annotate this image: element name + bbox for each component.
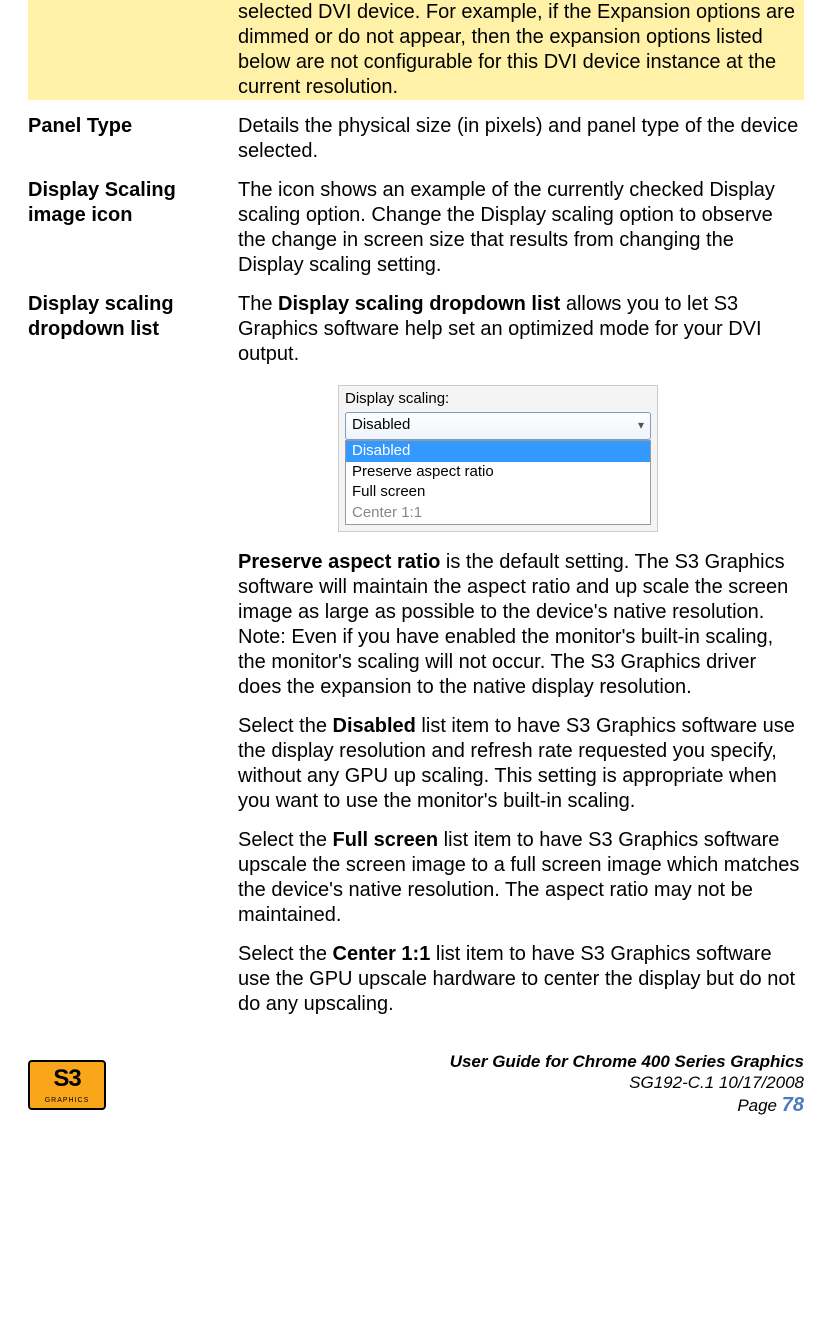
dropdown-item-center[interactable]: Center 1:1 [346, 503, 650, 524]
dropdown-label: Display scaling: [345, 390, 651, 409]
note-row: selected DVI device. For example, if the… [28, 0, 804, 100]
disabled-para: Select the Disabled list item to have S3… [238, 714, 804, 814]
dropdown-box[interactable]: Disabled ▾ [345, 412, 651, 440]
dropdown-selected: Disabled [352, 416, 410, 435]
term-scaling-list: Display scaling dropdown list [28, 293, 174, 340]
note-text: selected DVI device. For example, if the… [238, 0, 804, 100]
term-scaling-icon: Display Scaling image icon [28, 179, 176, 226]
row-panel-type: Panel Type Details the physical size (in… [28, 114, 804, 164]
scaling-intro: The Display scaling dropdown list allows… [238, 292, 804, 367]
footer-page: Page 78 [450, 1093, 804, 1118]
s3-logo: S3 GRAPHICS [28, 1060, 106, 1110]
dropdown-item-fullscreen[interactable]: Full screen [346, 482, 650, 503]
chevron-down-icon: ▾ [638, 418, 644, 433]
desc-panel-type: Details the physical size (in pixels) an… [238, 114, 804, 164]
preserve-note: Note: Even if you have enabled the monit… [238, 625, 804, 700]
fullscreen-para: Select the Full screen list item to have… [238, 828, 804, 928]
dropdown-item-disabled[interactable]: Disabled [346, 441, 650, 462]
footer-title: User Guide for Chrome 400 Series Graphic… [450, 1051, 804, 1072]
page-footer: S3 GRAPHICS User Guide for Chrome 400 Se… [0, 1045, 832, 1129]
row-scaling-icon: Display Scaling image icon The icon show… [28, 178, 804, 278]
dropdown-item-preserve[interactable]: Preserve aspect ratio [346, 462, 650, 483]
center-para: Select the Center 1:1 list item to have … [238, 942, 804, 1017]
desc-scaling-icon: The icon shows an example of the current… [238, 178, 804, 278]
preserve-para: Preserve aspect ratio is the default set… [238, 550, 804, 625]
term-panel-type: Panel Type [28, 115, 132, 137]
dropdown-list: Disabled Preserve aspect ratio Full scre… [345, 440, 651, 525]
footer-docinfo: SG192-C.1 10/17/2008 [450, 1072, 804, 1093]
display-scaling-figure: Display scaling: Disabled ▾ Disabled Pre… [338, 385, 658, 532]
row-scaling-list: Display scaling dropdown list The Displa… [28, 292, 804, 1017]
definitions-table: selected DVI device. For example, if the… [28, 0, 804, 1017]
